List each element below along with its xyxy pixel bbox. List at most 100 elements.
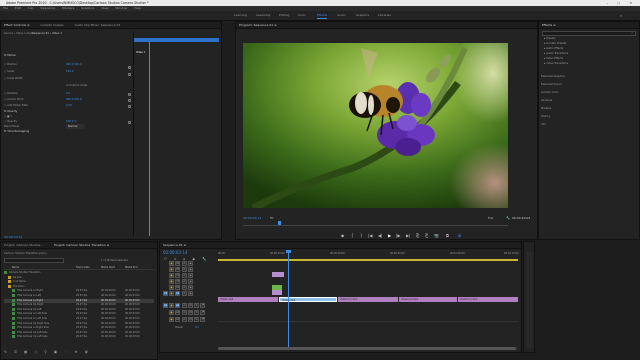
track-target[interactable]: V2 — [175, 285, 180, 290]
eye-icon[interactable]: ◉ — [188, 273, 193, 278]
effects-search-input[interactable]: ⌕ — [542, 31, 636, 36]
voiceover-icon[interactable]: 🎤 — [200, 303, 205, 308]
track-target[interactable]: A1 — [175, 303, 180, 308]
video-clip-5[interactable]: Video5 (V).mp4 — [458, 297, 518, 302]
solo-icon[interactable]: S — [194, 303, 199, 308]
sync-lock-icon[interactable]: ⇄ — [182, 261, 187, 266]
program-timecode-left[interactable]: 00:00:03:14 — [243, 216, 261, 221]
voiceover-icon[interactable]: 🎤 — [200, 310, 205, 315]
search-icon[interactable]: ⌕ — [620, 13, 622, 18]
comparison-view-icon[interactable]: ⧉ — [446, 233, 449, 238]
title-clip-v2[interactable] — [272, 290, 282, 295]
clip-bar[interactable]: Video 1 — [134, 38, 219, 54]
program-video-frame[interactable] — [243, 43, 508, 208]
menu-sequence[interactable]: Sequence — [40, 6, 55, 10]
lock-icon[interactable]: 🔒 — [169, 291, 174, 296]
video-clip-4[interactable]: Video4 (V).mp4 — [399, 297, 457, 302]
solo-icon[interactable]: S — [194, 310, 199, 315]
lock-icon[interactable]: 🔒 — [169, 285, 174, 290]
section-lumetri-color[interactable]: Lumetri Color — [541, 90, 559, 95]
reset-icon[interactable] — [128, 93, 131, 96]
mark-in-icon[interactable]: { — [351, 233, 354, 238]
menu-window[interactable]: Window — [115, 6, 127, 10]
anchor-value[interactable]: 960.0 540.0 — [66, 97, 82, 102]
uniform-scale-checkbox[interactable]: ☑ Uniform Scale — [66, 83, 87, 88]
ec-timecode[interactable]: 00:00:03:14 — [4, 235, 22, 240]
tab-project-1[interactable]: Project: Cartoon Studios... — [4, 243, 43, 247]
ec-row-time-remap[interactable]: fx Time Remapping — [4, 129, 29, 134]
reset-icon[interactable] — [128, 66, 131, 69]
menu-file[interactable]: File — [3, 6, 8, 10]
title-clip-v5[interactable] — [272, 272, 284, 277]
section-info[interactable]: Info — [541, 122, 546, 127]
timeline-timecode[interactable]: 00:00:03:14 — [163, 250, 187, 256]
step-forward-icon[interactable]: |▶ — [396, 233, 400, 238]
lock-icon[interactable]: 🔒 — [169, 267, 174, 272]
effect-sequence-label[interactable]: Sequence 01 • Video 1 — [32, 31, 62, 36]
tab-sequence-01[interactable]: Sequence 01 ≡ — [163, 243, 186, 247]
sync-lock-icon[interactable]: ⇄ — [182, 285, 187, 290]
scale-value[interactable]: 100.0 — [66, 69, 73, 74]
quality-select[interactable]: Full — [488, 216, 493, 221]
program-scrub-bar[interactable] — [243, 223, 508, 226]
sync-lock-icon[interactable]: ⇄ — [182, 279, 187, 284]
lift-icon[interactable]: ⎘ — [416, 233, 419, 238]
fit-select[interactable]: Fit — [270, 216, 274, 221]
mark-out-icon[interactable]: } — [360, 233, 363, 238]
workspace-learning[interactable]: Learning — [234, 13, 247, 18]
eye-icon[interactable]: ◉ — [188, 285, 193, 290]
sync-lock-icon[interactable]: ⇄ — [182, 273, 187, 278]
extract-icon[interactable]: ⎗ — [425, 233, 428, 238]
lock-icon[interactable]: 🔒 — [169, 317, 174, 322]
sync-lock-icon[interactable]: ⇄ — [182, 267, 187, 272]
timeline-zoom-scrollbar[interactable] — [218, 347, 518, 350]
eye-icon[interactable]: ◉ — [188, 279, 193, 284]
safe-margins-icon[interactable]: ⊞ — [458, 233, 461, 238]
timeline-playhead[interactable] — [288, 250, 289, 348]
track-target[interactable]: V5 — [175, 267, 180, 272]
col-media-start[interactable]: Media Start — [101, 265, 115, 270]
master-volume[interactable]: 0.0 — [195, 325, 199, 331]
zoom-scrollbar-thumb[interactable] — [218, 347, 516, 350]
position-value[interactable]: 960.0 540.0 — [66, 62, 82, 67]
go-to-in-icon[interactable]: |◀ — [368, 233, 372, 238]
effect-source-label[interactable]: Source • Video 1.mp4 — [4, 31, 32, 36]
effects-item-video-transitions[interactable]: ▸ Video Transitions — [544, 61, 568, 66]
rotation-value[interactable]: 0.0 — [66, 91, 70, 96]
menu-edit[interactable]: Edit — [15, 6, 21, 10]
timeline-ruler[interactable]: 00:00 00:00:15:00 00:00:30:00 00:00:45:0… — [218, 251, 519, 261]
menu-clip[interactable]: Clip — [28, 6, 34, 10]
lock-icon[interactable]: 🔒 — [169, 261, 174, 266]
tab-effects[interactable]: Effects ≡ — [542, 23, 556, 27]
track-target[interactable]: A2 — [175, 310, 180, 315]
program-playhead[interactable] — [278, 221, 281, 225]
video-clip-1[interactable]: Video1.mp4 — [218, 297, 278, 302]
lock-icon[interactable]: 🔒 — [169, 279, 174, 284]
track-target[interactable]: V3 — [175, 279, 180, 284]
track-target[interactable]: V4 — [175, 273, 180, 278]
tab-project-2[interactable]: Project: Cartoon Studios Transition ≡ — [54, 243, 109, 247]
source-patch[interactable]: A1 — [163, 303, 168, 308]
workspace-assembly[interactable]: Assembly — [256, 13, 270, 18]
section-essential-graphics[interactable]: Essential Graphics — [541, 74, 565, 79]
go-to-out-icon[interactable]: ▶| — [406, 233, 410, 238]
workspace-effects[interactable]: Effects — [317, 13, 328, 19]
menu-view[interactable]: View — [101, 6, 108, 10]
project-search-input[interactable] — [4, 258, 64, 263]
section-essential-sound[interactable]: Essential Sound — [541, 82, 562, 87]
step-back-icon[interactable]: ◀| — [378, 233, 382, 238]
workspace-audio[interactable]: Audio — [337, 13, 346, 18]
workspace-graphics[interactable]: Graphics — [356, 13, 369, 18]
ec-playhead[interactable] — [149, 42, 150, 236]
workspace-color[interactable]: Color — [298, 13, 306, 18]
eye-icon[interactable]: ◉ — [188, 267, 193, 272]
sync-lock-icon[interactable]: ⇄ — [182, 317, 187, 322]
work-area-bar[interactable] — [218, 259, 518, 261]
track-target[interactable]: V6 — [175, 261, 180, 266]
eye-icon[interactable]: ◉ — [188, 291, 193, 296]
export-frame-icon[interactable]: 📷 — [434, 233, 439, 238]
source-patch[interactable]: V1 — [163, 291, 168, 296]
project-item[interactable]: Title Camera Up Left Side 29.97 fps 00:00:… — [4, 335, 154, 340]
reset-icon[interactable] — [128, 121, 131, 124]
wrench-icon[interactable]: 🔧 — [506, 216, 510, 221]
